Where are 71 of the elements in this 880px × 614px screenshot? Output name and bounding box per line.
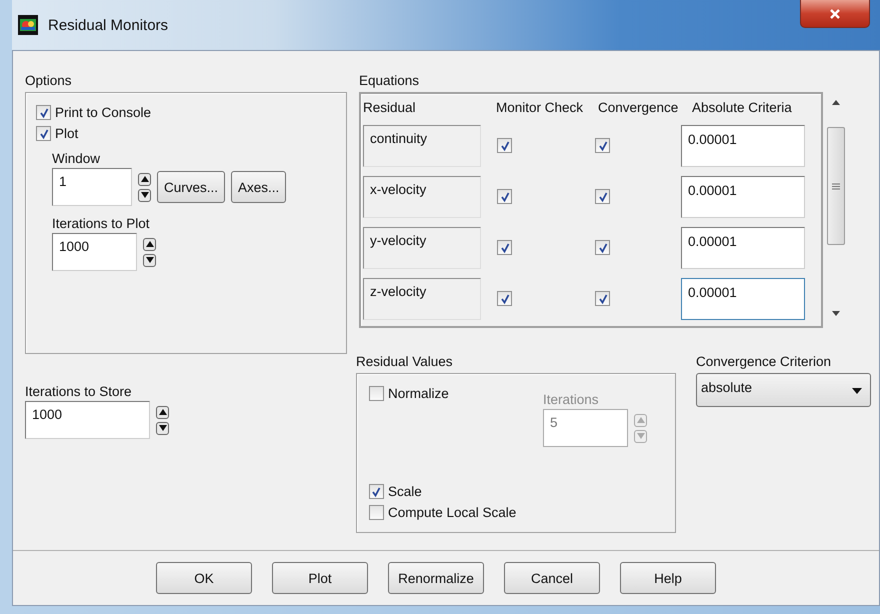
iterations-field[interactable]: 1000 <box>52 233 137 271</box>
group-label: Equations <box>359 73 420 88</box>
field-label: Iterations to Store <box>25 384 133 399</box>
residual-name: z-velocity <box>363 278 481 320</box>
window-title: Residual Monitors <box>48 16 168 34</box>
checkbox[interactable] <box>36 105 51 120</box>
checkbox[interactable] <box>36 126 51 141</box>
checkbox[interactable] <box>368 484 384 499</box>
checkbox[interactable] <box>595 291 610 306</box>
checkbox-label: Compute Local Scale <box>388 505 516 520</box>
up-arrow-icon <box>158 409 166 415</box>
checkbox[interactable] <box>595 240 610 255</box>
checkbox-label: Normalize <box>388 386 449 401</box>
checkbox-label: Plot <box>55 126 78 141</box>
close-button[interactable] <box>800 0 870 28</box>
iterations-field[interactable]: 1000 <box>25 401 150 439</box>
checkbox[interactable] <box>497 240 512 255</box>
checkbox[interactable] <box>595 189 610 204</box>
dropdown-arrow-icon <box>852 388 862 394</box>
column-header: Absolute Criteria <box>692 100 792 114</box>
scroll-thumb[interactable] <box>827 127 845 245</box>
spin-down-button[interactable] <box>143 254 156 266</box>
checkbox[interactable] <box>497 291 512 306</box>
spin-down-button[interactable] <box>138 188 151 202</box>
checkbox-label: Print to Console <box>55 105 152 120</box>
criteria-field[interactable]: 0.00001 <box>681 278 805 320</box>
group-label: Residual Values <box>356 354 454 369</box>
scroll-up-icon <box>832 100 840 105</box>
up-arrow-icon <box>636 417 644 423</box>
criteria-field[interactable]: 0.00001 <box>681 226 805 268</box>
field-label: Window <box>52 151 102 166</box>
residual-name: y-velocity <box>363 226 481 268</box>
up-arrow-icon <box>146 241 154 247</box>
residual-name: continuity <box>363 124 481 166</box>
app-icon <box>18 15 38 35</box>
checkbox[interactable] <box>368 505 384 520</box>
criterion-dropdown[interactable]: absolute <box>696 373 871 407</box>
field-label: Iterations to Plot <box>52 216 151 231</box>
column-header: Residual <box>363 100 417 114</box>
window-field[interactable]: 1 <box>52 168 132 206</box>
spin-up-button[interactable] <box>156 406 169 418</box>
dialog-button[interactable]: Plot <box>272 562 368 594</box>
checkbox[interactable] <box>595 138 610 153</box>
down-arrow-icon <box>146 257 154 263</box>
dialog-button[interactable]: Help <box>620 562 716 594</box>
checkbox[interactable] <box>497 189 512 204</box>
field-label: Convergence Criterion <box>696 354 832 369</box>
dialog-button[interactable]: Curves... <box>157 171 226 203</box>
residual-name: x-velocity <box>363 176 481 218</box>
group-label: Options <box>25 73 73 88</box>
spin-up-button[interactable] <box>138 172 151 186</box>
dialog-button[interactable]: Renormalize <box>388 562 484 594</box>
column-header: Monitor Check <box>495 100 584 114</box>
checkbox[interactable] <box>497 138 512 153</box>
down-arrow-icon <box>158 425 166 431</box>
dialog-button[interactable]: OK <box>156 562 252 594</box>
criteria-field[interactable]: 0.00001 <box>681 176 805 218</box>
up-arrow-icon <box>140 176 148 182</box>
close-icon <box>829 8 841 20</box>
down-arrow-icon <box>140 192 148 198</box>
dialog-button[interactable]: Cancel <box>504 562 600 594</box>
column-header: Convergence <box>598 100 680 114</box>
checkbox[interactable] <box>368 386 384 401</box>
spin-down-button[interactable] <box>156 422 169 434</box>
dialog-button[interactable]: Axes... <box>231 171 286 203</box>
field-label: Iterations <box>543 392 600 407</box>
checkbox-label: Scale <box>388 484 422 499</box>
spin-up-button[interactable] <box>143 238 156 250</box>
criteria-field[interactable]: 0.00001 <box>681 124 805 166</box>
scroll-down-icon <box>832 311 840 316</box>
down-arrow-icon <box>636 433 644 439</box>
